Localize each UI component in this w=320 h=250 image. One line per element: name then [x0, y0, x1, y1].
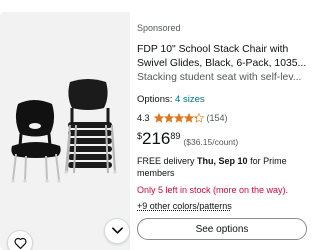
- options-label: Options:: [137, 94, 173, 105]
- stock-status: Only 5 left in stock (more on the way).: [137, 185, 289, 195]
- price-fraction: 89: [170, 131, 181, 141]
- chevron-down-icon: [111, 227, 123, 234]
- sponsored-label[interactable]: Sponsored: [137, 22, 317, 34]
- more-options-button[interactable]: [104, 218, 130, 244]
- price[interactable]: $ 216 89 ($36.15/count): [137, 130, 317, 147]
- rating-row[interactable]: 4.3 (154): [137, 112, 317, 124]
- star-icon: [153, 113, 164, 123]
- rating-value: 4.3: [137, 113, 150, 123]
- product-title-line1[interactable]: FDP 10" School Stack Chair with: [137, 43, 317, 57]
- heart-icon: [13, 237, 27, 249]
- product-image-panel[interactable]: [0, 12, 130, 250]
- see-options-button[interactable]: See options: [137, 218, 307, 240]
- product-subtitle: Stacking student seat with self-lev...: [137, 72, 302, 83]
- delivery-prefix: FREE delivery: [137, 156, 195, 166]
- more-colors-link[interactable]: +9 other colors/patterns: [137, 200, 317, 212]
- star-icon: [183, 113, 194, 123]
- product-card: Sponsored FDP 10" School Stack Chair wit…: [0, 0, 319, 250]
- product-title-line2[interactable]: Swivel Glides, Black, 6-Pack, 1035...: [137, 57, 317, 71]
- wishlist-button[interactable]: [7, 230, 33, 250]
- delivery-date: Thu, Sep 10: [197, 156, 248, 166]
- unit-price: ($36.15/count): [183, 137, 239, 147]
- star-rating[interactable]: [153, 113, 204, 123]
- product-image[interactable]: [4, 70, 126, 190]
- options-link[interactable]: 4 sizes: [175, 94, 205, 105]
- options-row: Options: 4 sizes: [137, 94, 317, 106]
- delivery-info: FREE delivery Thu, Sep 10 for Prime memb…: [137, 155, 315, 179]
- price-whole: 216: [142, 129, 171, 148]
- front-chair: [11, 100, 61, 158]
- review-count[interactable]: (154): [207, 112, 228, 124]
- star-icon: [193, 113, 204, 123]
- product-title[interactable]: FDP 10" School Stack Chair with Swivel G…: [137, 43, 317, 71]
- star-icon: [173, 113, 184, 123]
- star-icon: [163, 113, 174, 123]
- product-details: Sponsored FDP 10" School Stack Chair wit…: [137, 22, 317, 212]
